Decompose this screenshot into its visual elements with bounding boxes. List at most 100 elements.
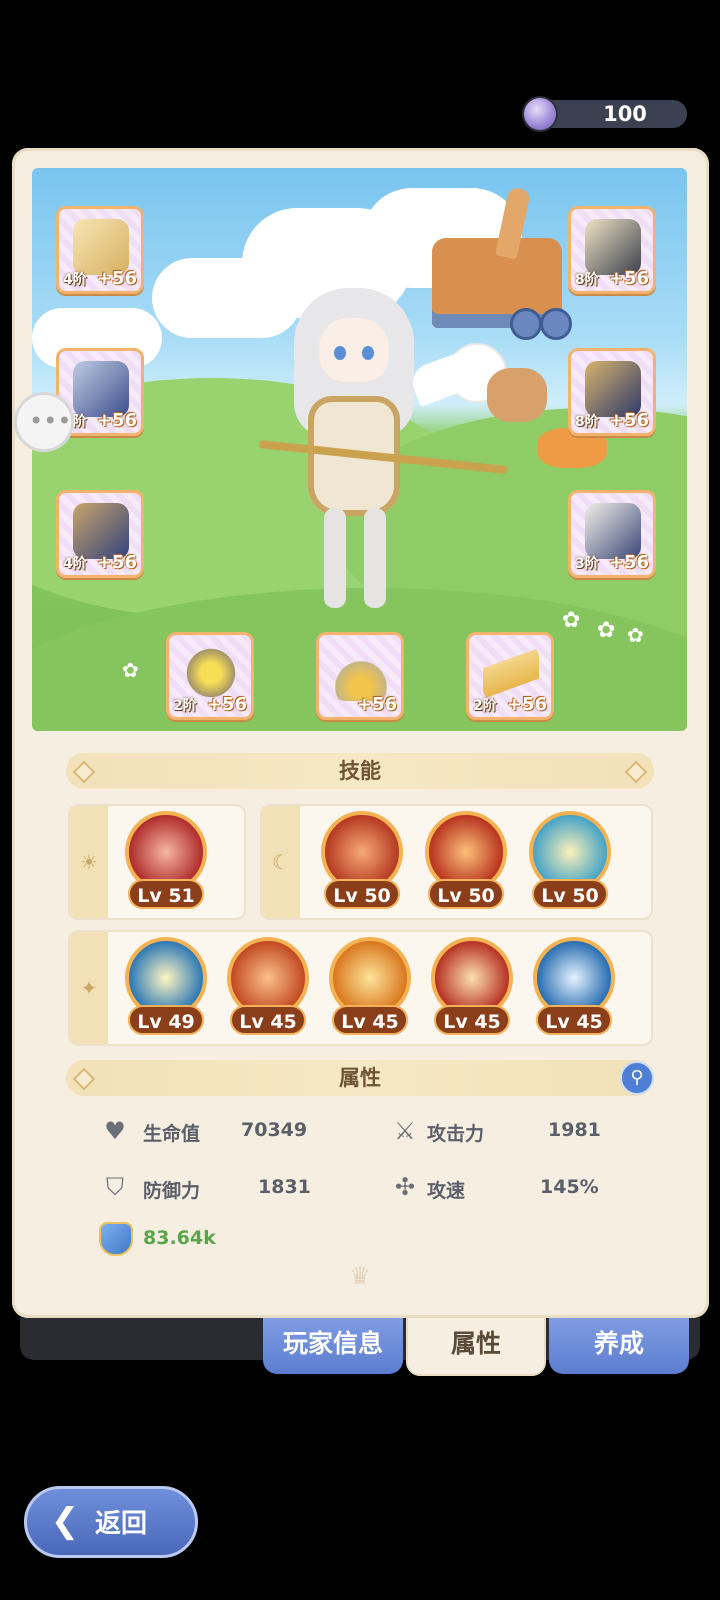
- stat-spd-label: 攻速: [427, 1180, 466, 1202]
- stat-spd-value: 145%: [540, 1176, 599, 1198]
- flower-icon: ✿: [627, 623, 644, 647]
- skill-slot[interactable]: Lv 51: [122, 811, 210, 911]
- equip-tier: 3阶: [575, 556, 599, 572]
- equip-tier: 8阶: [575, 414, 599, 430]
- currency-value: 100: [603, 102, 647, 126]
- skill-slot[interactable]: Lv 45: [326, 937, 414, 1037]
- equip-tier: 2阶: [173, 698, 197, 714]
- equip-tier: 2阶: [473, 698, 497, 714]
- character-eye: [362, 346, 374, 360]
- character-leg: [324, 508, 346, 608]
- skill-slot[interactable]: Lv 50: [422, 811, 510, 911]
- chat-bubble-icon: •••: [29, 407, 72, 435]
- equip-plus: +56: [356, 694, 397, 715]
- skill-group-moon: ☾ Lv 50 Lv 50 Lv 50: [260, 804, 653, 920]
- crossed-swords-icon: ⚔: [394, 1117, 416, 1145]
- skill-slot[interactable]: Lv 45: [428, 937, 516, 1037]
- equip-plus: +56: [96, 410, 137, 431]
- character-leg: [364, 508, 386, 608]
- attack-speed-icon: ✣: [394, 1173, 416, 1201]
- chat-button[interactable]: •••: [14, 392, 74, 452]
- stat-atk-value: 1981: [548, 1119, 601, 1141]
- sparkle-icon: ✦: [80, 976, 98, 1000]
- brown-critter: [487, 368, 547, 422]
- skill-level: Lv 50: [324, 879, 400, 909]
- ring-icon: [183, 645, 239, 701]
- charm-icon: [483, 645, 539, 701]
- bow-icon: [73, 219, 129, 275]
- skill-slot[interactable]: Lv 45: [224, 937, 312, 1037]
- equip-plus: +56: [506, 694, 547, 715]
- skill-group-star: ✦ Lv 49 Lv 45 Lv 45 Lv 45 Lv 45: [68, 930, 653, 1046]
- crown-ornament-icon: ♛: [349, 1262, 371, 1290]
- attributes-title: 属性: [339, 1066, 381, 1090]
- equip-plus: +56: [608, 552, 649, 573]
- skill-level: Lv 45: [332, 1005, 408, 1035]
- skill-level: Lv 50: [532, 879, 608, 909]
- necklace-icon: [333, 645, 389, 701]
- equip-slot-helmet[interactable]: 8阶 +56: [568, 206, 656, 294]
- tab-cultivate[interactable]: 养成: [549, 1318, 689, 1374]
- purple-gem-icon: [524, 98, 556, 130]
- armor-icon: [73, 361, 129, 417]
- stat-hp-label: 生命值: [143, 1123, 201, 1145]
- search-icon[interactable]: ⚲: [620, 1061, 654, 1095]
- cloud: [152, 258, 302, 338]
- skill-slot[interactable]: Lv 45: [530, 937, 618, 1037]
- equip-plus: +56: [608, 268, 649, 289]
- boots-icon: [585, 503, 641, 559]
- equip-slot-gloves[interactable]: 8阶 +56: [568, 348, 656, 436]
- tab-attributes[interactable]: 属性: [406, 1316, 546, 1376]
- skills-header: 技能: [66, 753, 654, 789]
- equip-slot-pants[interactable]: 4阶 +56: [56, 490, 144, 578]
- skill-level: Lv 49: [128, 1005, 204, 1035]
- skill-level: Lv 45: [536, 1005, 612, 1035]
- equip-slot-charm[interactable]: 2阶 +56: [466, 632, 554, 720]
- combat-power-value: 83.64k: [143, 1227, 216, 1249]
- stat-def-value: 1831: [258, 1176, 311, 1198]
- equip-slot-necklace[interactable]: +56: [316, 632, 404, 720]
- equip-plus: +56: [206, 694, 247, 715]
- wagon-wheel: [540, 308, 572, 340]
- tab-player-info[interactable]: 玩家信息: [263, 1318, 403, 1374]
- back-button[interactable]: ❮ 返回: [24, 1486, 198, 1558]
- equip-slot-bow[interactable]: 4阶 +56: [56, 206, 144, 294]
- equip-plus: +56: [96, 268, 137, 289]
- stat-def-label: 防御力: [143, 1180, 201, 1202]
- equip-plus: +56: [96, 552, 137, 573]
- equip-tier: 4阶: [63, 556, 87, 572]
- gloves-icon: [585, 361, 641, 417]
- pants-icon: [73, 503, 129, 559]
- skill-level: Lv 50: [428, 879, 504, 909]
- shield-icon: ⛉: [106, 1173, 124, 1201]
- heart-icon: ♥: [104, 1117, 126, 1145]
- back-arrow-icon: ❮: [50, 1501, 80, 1541]
- skill-slot[interactable]: Lv 50: [526, 811, 614, 911]
- skill-slot[interactable]: Lv 49: [122, 937, 210, 1037]
- equip-tier: 8阶: [575, 272, 599, 288]
- skill-level: Lv 45: [230, 1005, 306, 1035]
- moon-icon: ☾: [272, 850, 290, 874]
- helmet-icon: [585, 219, 641, 275]
- skills-title: 技能: [339, 759, 381, 783]
- equip-slot-boots[interactable]: 3阶 +56: [568, 490, 656, 578]
- equip-plus: +56: [608, 410, 649, 431]
- skill-group-sun: ☀ Lv 51: [68, 804, 246, 920]
- character-eye: [334, 346, 346, 360]
- stat-atk-label: 攻击力: [427, 1123, 485, 1145]
- combat-power-icon: [99, 1222, 133, 1256]
- equip-slot-ring[interactable]: 2阶 +56: [166, 632, 254, 720]
- equip-tier: 4阶: [63, 272, 87, 288]
- stat-hp-value: 70349: [241, 1119, 308, 1141]
- flower-icon: ✿: [122, 658, 139, 682]
- skill-slot[interactable]: Lv 50: [318, 811, 406, 911]
- skill-level: Lv 51: [128, 879, 204, 909]
- back-label: 返回: [95, 1509, 148, 1539]
- attributes-header: 属性: [66, 1060, 654, 1096]
- character-face: [319, 318, 389, 382]
- skill-level: Lv 45: [434, 1005, 510, 1035]
- flower-icon: ✿: [562, 608, 581, 633]
- wagon-wheel: [510, 308, 542, 340]
- sun-icon: ☀: [80, 850, 98, 874]
- flower-icon: ✿: [597, 618, 616, 643]
